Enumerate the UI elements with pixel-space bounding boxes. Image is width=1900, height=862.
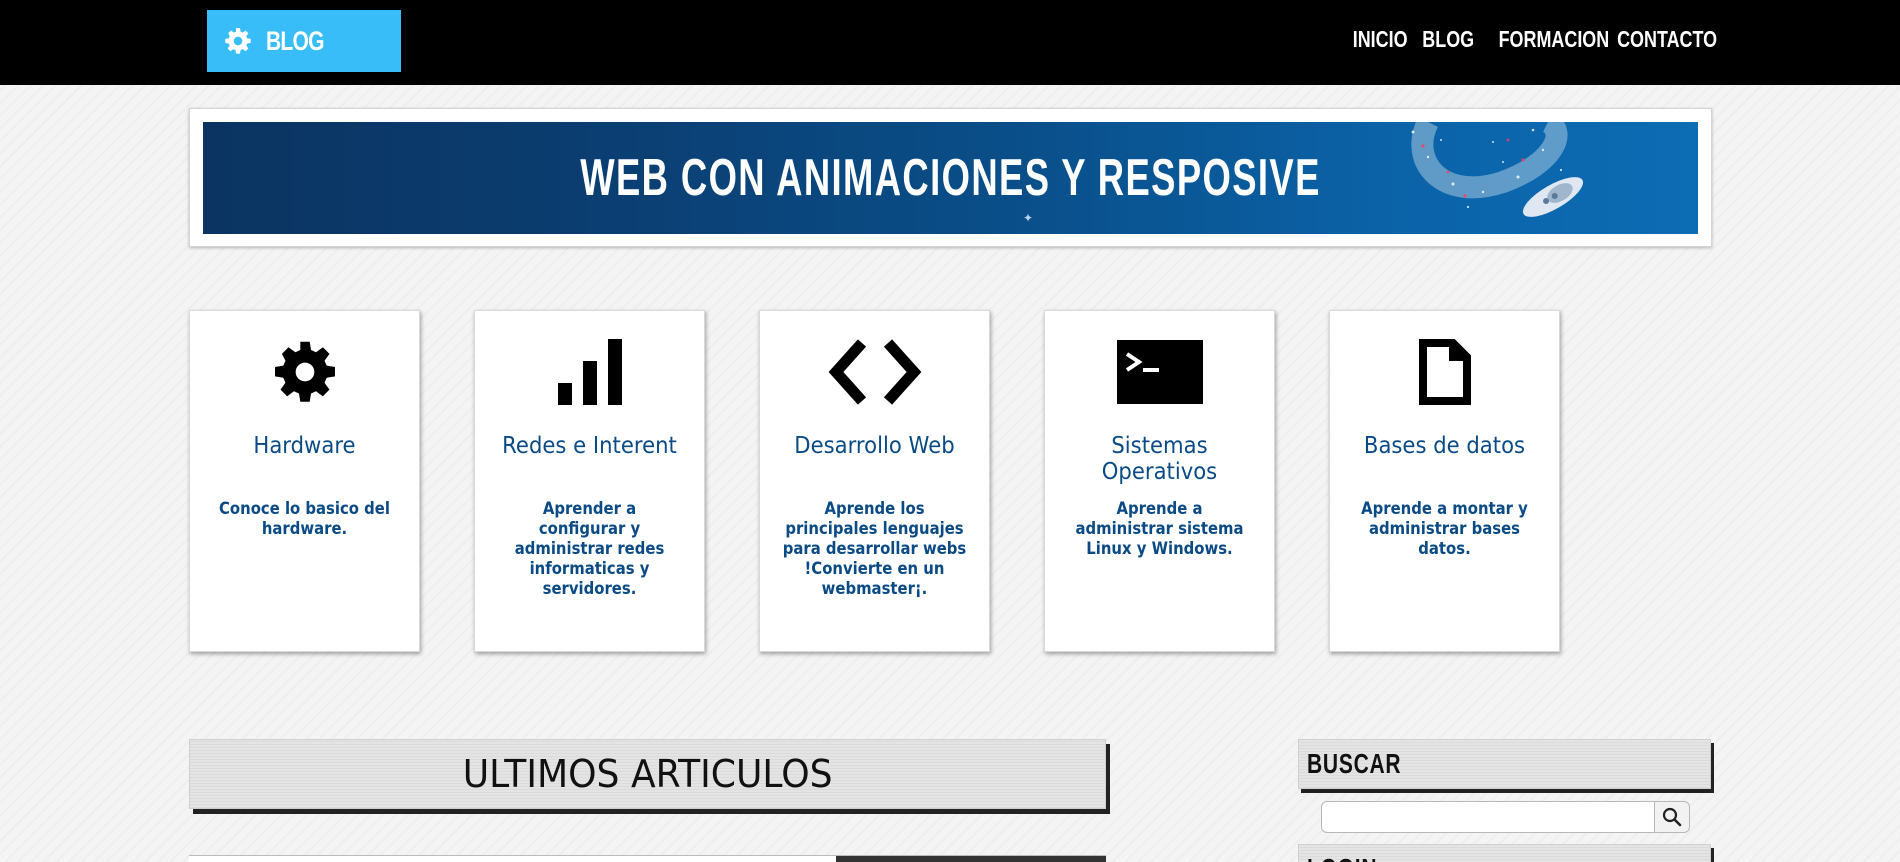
hero-banner: ✦ WEB CON ANIMACIONES Y RESPOSIVE [203,122,1698,234]
card-description: Aprende los principales lenguajes para d… [782,499,967,598]
top-navigation-bar: BLOG INICIO BLOG FORMACION CONTACTO [0,0,1900,85]
svg-text:✦: ✦ [1023,211,1033,225]
card-description: Aprende a montar y administrar bases dat… [1361,499,1528,558]
card-title: Sistemas Operativos [1101,433,1218,485]
section-title: ULTIMOS ARTICULOS [462,752,833,796]
nav-item-blog[interactable]: BLOG [1422,26,1474,53]
login-widget-title: LOGIN [1307,853,1377,862]
category-card-sistemas-operativos[interactable]: Sistemas Operativos Aprende a administra… [1044,310,1275,652]
gear-icon [190,337,419,407]
category-card-redes[interactable]: Redes e Interent Aprender a configurar y… [474,310,705,652]
card-title: Hardware [253,433,356,459]
category-card-hardware[interactable]: Hardware Conoce lo basico del hardware. [189,310,420,652]
search-widget-header: BUSCAR [1298,739,1711,789]
banner-frame: ✦ WEB CON ANIMACIONES Y RESPOSIVE [189,108,1712,247]
card-title: Bases de datos [1363,433,1526,459]
logo-text: BLOG [266,25,325,56]
card-description: Conoce lo basico del hardware. [219,499,390,538]
file-icon [1330,337,1559,407]
search-widget-title: BUSCAR [1307,748,1402,779]
card-title: Redes e Interent [502,433,677,459]
category-card-bases-de-datos[interactable]: Bases de datos Aprende a montar y admini… [1329,310,1560,652]
signal-bars-icon [475,337,704,407]
category-card-desarrollo-web[interactable]: Desarrollo Web Aprende los principales l… [759,310,990,652]
nav-item-inicio[interactable]: INICIO [1353,26,1408,53]
nav-item-formacion[interactable]: FORMACION [1499,26,1610,53]
nav-item-contacto[interactable]: CONTACTO [1617,26,1717,53]
search-input[interactable] [1321,801,1655,833]
card-description: Aprende a administrar sistema Linux y Wi… [1075,499,1244,558]
code-brackets-icon [760,337,989,407]
card-title: Desarrollo Web [794,433,955,459]
banner-title: WEB CON ANIMACIONES Y RESPOSIVE [580,149,1321,207]
gear-icon [224,27,252,55]
logo-link[interactable]: BLOG [207,10,401,72]
search-button[interactable] [1654,801,1690,833]
terminal-icon [1045,337,1274,407]
article-image [836,856,1106,862]
card-description: Aprender a configurar y administrar rede… [514,499,665,598]
login-widget-header: LOGIN [1298,844,1711,862]
search-icon [1662,807,1682,827]
latest-articles-header: ULTIMOS ARTICULOS [189,739,1106,809]
